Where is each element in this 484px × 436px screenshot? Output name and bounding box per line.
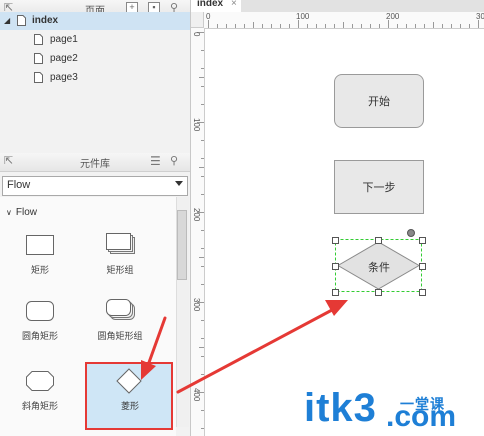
resize-handle[interactable] bbox=[332, 237, 339, 244]
tree-item-label: page3 bbox=[50, 72, 78, 83]
tree-item-label: page2 bbox=[50, 53, 78, 64]
ruler-top: 0 100 200 30 bbox=[204, 12, 484, 29]
resize-handle[interactable] bbox=[419, 237, 426, 244]
flow-start-box[interactable]: 开始 bbox=[334, 74, 424, 128]
widget-rounded-rectangle[interactable]: 圆角矩形 bbox=[5, 295, 75, 345]
tree-item-index[interactable]: ◢ index bbox=[0, 12, 190, 30]
ruler-top-ticks bbox=[208, 20, 479, 28]
library-select-value: Flow bbox=[7, 179, 31, 191]
rounded-rectangle-group-icon bbox=[106, 299, 135, 320]
ruler-top-label: 30 bbox=[476, 12, 484, 21]
widget-label: 菱形 bbox=[120, 401, 139, 411]
widget-label: 斜角矩形 bbox=[21, 401, 58, 411]
menu-icon[interactable]: ☰ bbox=[150, 155, 161, 167]
design-canvas[interactable]: 开始 下一步 条件 bbox=[205, 29, 484, 436]
tab-index[interactable]: index × bbox=[191, 0, 241, 12]
ruler-top-label: 0 bbox=[206, 12, 211, 21]
ruler-left-label: 400 bbox=[192, 388, 201, 402]
tree-item-label: page1 bbox=[50, 34, 78, 45]
chevron-down-icon bbox=[175, 181, 183, 186]
library-panel-title: 元件库 bbox=[80, 159, 110, 170]
widget-rectangle-group[interactable]: 矩形组 bbox=[85, 229, 155, 279]
resize-handle[interactable] bbox=[419, 263, 426, 270]
widget-rounded-rectangle-group[interactable]: 圆角矩形组 bbox=[85, 295, 155, 345]
flow-next-box[interactable]: 下一步 bbox=[334, 160, 424, 214]
widget-bevel-rectangle[interactable]: 斜角矩形 bbox=[5, 365, 75, 415]
chevron-down-icon: ∨ bbox=[6, 208, 12, 217]
ruler-top-label: 100 bbox=[296, 12, 310, 21]
watermark-cn: 一堂课 bbox=[400, 396, 445, 412]
rounded-rectangle-icon bbox=[26, 301, 54, 321]
bevel-rectangle-icon bbox=[26, 371, 54, 391]
library-panel-header: ⇱ 元件库 ☰ ⚲ bbox=[0, 153, 190, 172]
left-panel: ⇱ 页面 + ▪ ⚲ ◢ index page1 page2 page3 ⇱ 元… bbox=[0, 0, 191, 436]
tree-item-page3[interactable]: page3 bbox=[0, 69, 190, 87]
widget-diamond[interactable]: 菱形 bbox=[85, 362, 173, 430]
page-icon bbox=[34, 72, 43, 83]
library-select[interactable]: Flow bbox=[2, 176, 188, 196]
ruler-left-label: 300 bbox=[192, 298, 201, 312]
tree-item-label: index bbox=[32, 15, 59, 26]
diamond-icon bbox=[116, 368, 142, 394]
tree-item-page2[interactable]: page2 bbox=[0, 50, 190, 68]
widget-label: 圆角矩形组 bbox=[97, 331, 143, 341]
resize-handle[interactable] bbox=[375, 237, 382, 244]
watermark-text: itk3 bbox=[304, 386, 377, 430]
widget-label: 圆角矩形 bbox=[21, 331, 58, 341]
ruler-corner bbox=[191, 12, 204, 28]
flow-start-label: 开始 bbox=[368, 96, 390, 108]
page-icon bbox=[34, 53, 43, 64]
library-section-label: Flow bbox=[15, 207, 37, 218]
rectangle-group-icon bbox=[106, 233, 135, 254]
flow-condition-label: 条件 bbox=[368, 262, 390, 274]
tab-label: index bbox=[197, 0, 224, 9]
resize-handle[interactable] bbox=[419, 289, 426, 296]
library-scrollbar-thumb[interactable] bbox=[177, 210, 187, 280]
rotate-handle[interactable] bbox=[407, 229, 415, 237]
ruler-left-label: 0 bbox=[192, 32, 201, 37]
ruler-left-label: 100 bbox=[192, 118, 201, 132]
widget-label: 矩形组 bbox=[106, 265, 134, 275]
resize-handle[interactable] bbox=[332, 263, 339, 270]
tree-item-page1[interactable]: page1 bbox=[0, 31, 190, 49]
expand-triangle-icon[interactable]: ◢ bbox=[4, 16, 10, 25]
ruler-left: 0 100 200 300 400 bbox=[191, 28, 205, 436]
search-icon[interactable]: ⚲ bbox=[170, 155, 178, 167]
widget-area: ∨ Flow 矩形 矩形组 圆角矩形 圆角矩形组 斜角矩形 菱形 bbox=[0, 197, 176, 436]
rectangle-icon bbox=[26, 235, 54, 255]
library-section-header[interactable]: ∨ Flow bbox=[6, 207, 37, 218]
watermark-logo: itk3 .com 一堂课 bbox=[296, 386, 484, 436]
ruler-left-label: 200 bbox=[192, 208, 201, 222]
close-icon[interactable]: × bbox=[231, 0, 237, 9]
page-icon bbox=[34, 34, 43, 45]
resize-handle[interactable] bbox=[332, 289, 339, 296]
page-icon bbox=[17, 15, 26, 26]
resize-handle[interactable] bbox=[375, 289, 382, 296]
widget-label: 矩形 bbox=[30, 265, 49, 275]
ruler-top-label: 200 bbox=[386, 12, 400, 21]
widget-rectangle[interactable]: 矩形 bbox=[5, 229, 75, 279]
flow-next-label: 下一步 bbox=[362, 182, 396, 194]
ruler-left-ticks bbox=[197, 32, 204, 429]
